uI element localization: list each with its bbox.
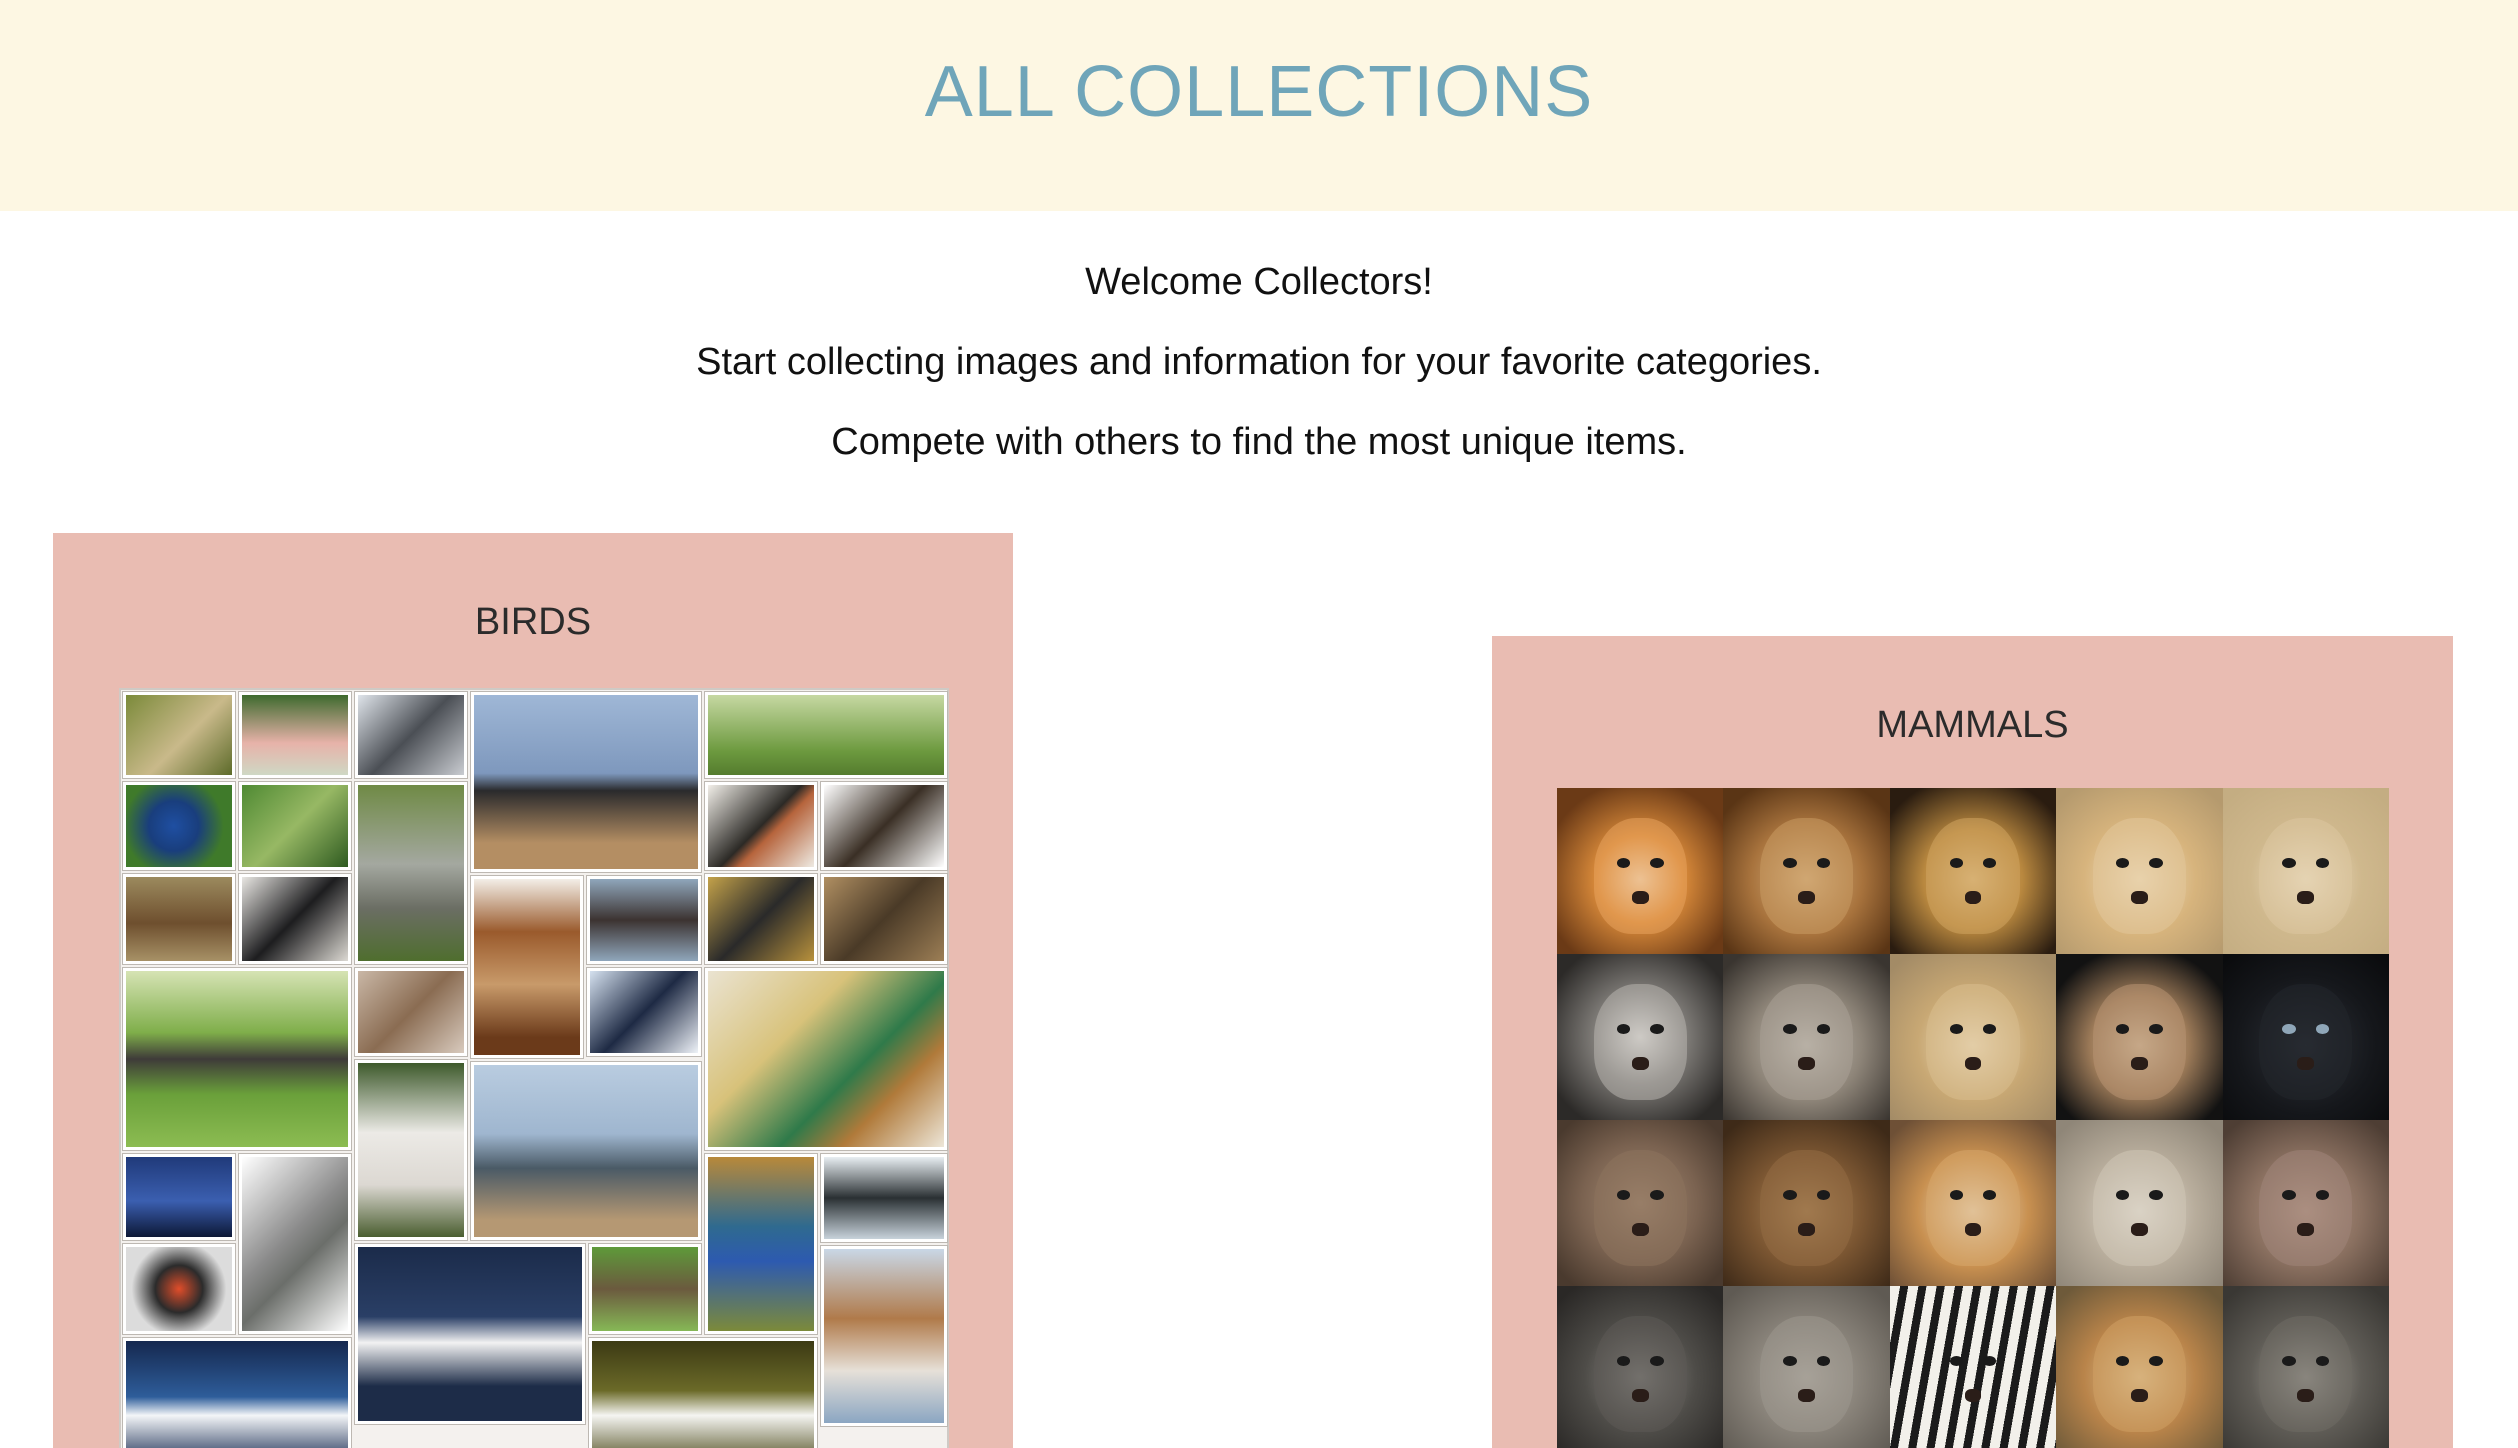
bird-photo	[123, 692, 235, 778]
bird-photo	[239, 692, 351, 778]
bird-photo	[123, 1244, 235, 1334]
mammals-grid-image[interactable]	[1557, 788, 2389, 1448]
bird-photo	[821, 1154, 947, 1242]
bird-photo	[355, 968, 467, 1056]
bird-photo	[587, 968, 701, 1056]
collection-title-birds: BIRDS	[474, 601, 592, 643]
cougar-photo	[2056, 954, 2223, 1120]
meerkat-photo	[2056, 1120, 2223, 1286]
bird-photo	[471, 876, 583, 1058]
page-header: ALL COLLECTIONS	[0, 0, 2518, 211]
collection-card-mammals[interactable]: MAMMALS	[1492, 636, 2453, 1448]
bird-photo	[355, 1060, 467, 1240]
wildebeest-photo	[2222, 1286, 2389, 1448]
bird-photo	[705, 692, 947, 778]
bird-photo	[821, 1246, 947, 1426]
welcome-line: Welcome Collectors!	[1085, 261, 1433, 303]
bird-photo	[123, 1338, 351, 1448]
bird-photo	[587, 876, 701, 964]
serval-photo	[1889, 954, 2057, 1120]
compete-line: Compete with others to find the most uni…	[831, 421, 1687, 463]
raccoon-photo	[1557, 954, 1724, 1120]
bird-photo	[821, 874, 947, 964]
bird-photo	[589, 1338, 817, 1448]
elephant-photo	[1557, 1120, 1724, 1286]
page-title: ALL COLLECTIONS	[924, 51, 1594, 132]
intro-text: Welcome Collectors! Start collecting ima…	[0, 262, 2518, 502]
fox-photo	[1889, 1120, 2057, 1286]
bird-photo	[239, 874, 351, 964]
lion-photo	[1723, 788, 1890, 954]
bear-photo	[1723, 1120, 1890, 1286]
collection-card-birds[interactable]: BIRDS	[53, 533, 1013, 1448]
collection-title-mammals: MAMMALS	[1876, 704, 2069, 746]
lynx-photo	[2222, 788, 2389, 954]
buffalo-photo	[1557, 1286, 1724, 1448]
bird-photo	[355, 782, 467, 964]
description-line: Start collecting images and information …	[696, 341, 1822, 383]
bird-photo	[589, 1244, 701, 1334]
cheetah-photo	[2056, 788, 2223, 954]
bird-photo	[355, 1244, 585, 1424]
bird-photo	[123, 782, 235, 870]
tiger-photo	[1557, 788, 1724, 954]
bird-photo	[705, 782, 817, 870]
bird-photo	[471, 1062, 701, 1240]
bird-photo	[239, 782, 351, 870]
bird-photo	[123, 874, 235, 964]
bird-photo	[239, 1154, 351, 1334]
bird-photo	[705, 874, 817, 964]
wolf-photo	[1723, 954, 1890, 1120]
giraffe-photo	[2056, 1286, 2223, 1448]
bird-photo	[471, 692, 701, 872]
bird-photo	[821, 782, 947, 870]
bird-photo	[705, 1154, 817, 1334]
bird-photo	[123, 1154, 235, 1240]
birds-collage-image[interactable]	[119, 688, 949, 1448]
black-panther-photo	[2222, 954, 2389, 1120]
rhino-photo	[1723, 1286, 1890, 1448]
leopard-photo	[1889, 788, 2057, 954]
bird-photo	[705, 968, 947, 1150]
bird-photo	[123, 968, 351, 1150]
zebra-photo	[1889, 1286, 2057, 1448]
bird-photo	[355, 692, 467, 778]
hippo-photo	[2222, 1120, 2389, 1286]
